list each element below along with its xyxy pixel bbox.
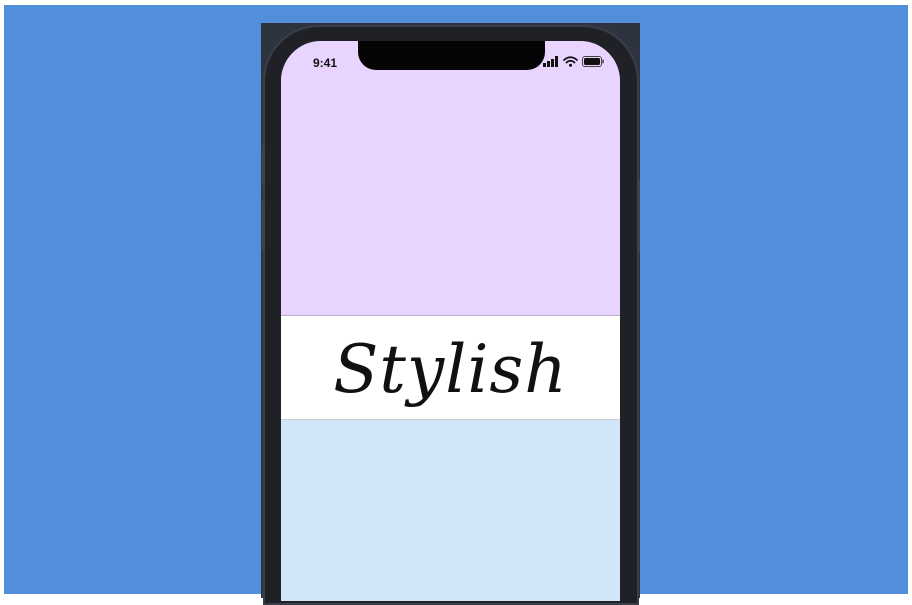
wifi-icon: [563, 56, 578, 67]
phone-screen: Stylish 9:41: [281, 41, 620, 601]
stylish-label: Stylish: [333, 330, 568, 408]
phone-volume-button: [262, 200, 265, 252]
battery-icon: [582, 56, 604, 67]
cellular-signal-icon: [543, 56, 559, 67]
phone-power-button: [637, 180, 640, 252]
bottom-panel: [281, 420, 620, 601]
phone-notch: [358, 41, 545, 70]
label-panel: Stylish: [281, 316, 620, 420]
status-time: 9:41: [313, 56, 338, 70]
status-icons: [543, 56, 604, 67]
top-panel: [281, 41, 620, 316]
phone-side-button: [262, 145, 265, 185]
